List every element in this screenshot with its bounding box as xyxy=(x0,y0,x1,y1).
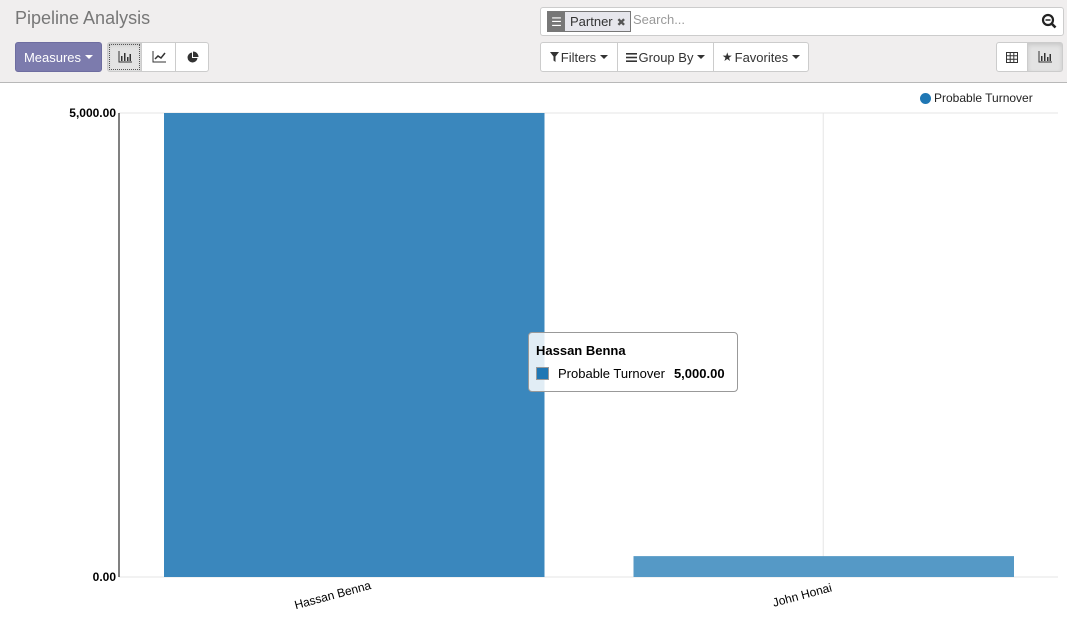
legend-marker xyxy=(920,92,931,104)
line-chart-button[interactable] xyxy=(141,42,176,72)
chart-tooltip: Hassan Benna Probable Turnover 5,000.00 xyxy=(528,332,738,392)
measures-label: Measures xyxy=(23,49,82,65)
favorites-button[interactable]: ★ Favorites xyxy=(713,42,809,72)
bar-chart-icon xyxy=(118,51,132,63)
groupby-label: Group By xyxy=(638,49,694,65)
caret-down-icon xyxy=(697,55,706,59)
list-icon xyxy=(625,52,637,62)
search-options-group: Filters Group By ★ Favorites xyxy=(540,42,809,72)
bar-john-honai xyxy=(633,556,1014,577)
tooltip-title: Hassan Benna xyxy=(536,343,626,358)
line-chart-icon xyxy=(152,51,166,63)
caret-down-icon xyxy=(792,55,801,59)
search-input[interactable] xyxy=(633,12,1033,27)
pivot-view-button[interactable] xyxy=(996,42,1028,72)
filters-button[interactable]: Filters xyxy=(540,42,618,72)
x-tick-label: Hassan Benna xyxy=(293,578,373,612)
control-panel: Pipeline Analysis Measures ☰ Partner ✖ Fi… xyxy=(0,0,1067,83)
view-switcher xyxy=(996,42,1063,72)
search-bar: ☰ Partner ✖ xyxy=(540,7,1064,36)
bar-chart-icon xyxy=(1038,51,1052,63)
groupby-button[interactable]: Group By xyxy=(617,42,714,72)
caret-down-icon xyxy=(85,55,94,59)
tooltip-value: 5,000.00 xyxy=(673,366,725,381)
y-tick-label: 0.00 xyxy=(93,570,117,584)
tooltip-series: Probable Turnover xyxy=(558,366,665,381)
page-title: Pipeline Analysis xyxy=(15,8,151,28)
favorites-label: Favorites xyxy=(734,49,789,65)
caret-down-icon xyxy=(600,55,609,59)
filter-icon xyxy=(549,52,559,62)
x-tick-label: John Honai xyxy=(771,581,833,610)
search-icon[interactable] xyxy=(1041,13,1057,29)
graph-view-button[interactable] xyxy=(1027,42,1063,72)
remove-facet-icon[interactable]: ✖ xyxy=(617,17,626,29)
bar-hassan-benna xyxy=(164,113,545,577)
search-facet: ☰ Partner ✖ xyxy=(547,11,631,32)
y-tick-label: 5,000.00 xyxy=(69,106,116,120)
star-icon: ★ xyxy=(721,50,733,64)
groupby-facet-icon: ☰ xyxy=(548,12,565,31)
tooltip-swatch xyxy=(536,367,549,380)
pie-chart-button[interactable] xyxy=(175,42,209,72)
measures-button[interactable]: Measures xyxy=(15,42,102,72)
bar-chart-button[interactable] xyxy=(107,42,142,72)
filters-label: Filters xyxy=(560,49,597,65)
table-icon xyxy=(1006,51,1018,63)
facet-label: Partner xyxy=(570,14,613,29)
legend-label: Probable Turnover xyxy=(934,91,1033,105)
chart-legend[interactable]: Probable Turnover xyxy=(920,91,1033,105)
chart-mode-group xyxy=(107,42,209,72)
pie-chart-icon xyxy=(187,51,198,62)
